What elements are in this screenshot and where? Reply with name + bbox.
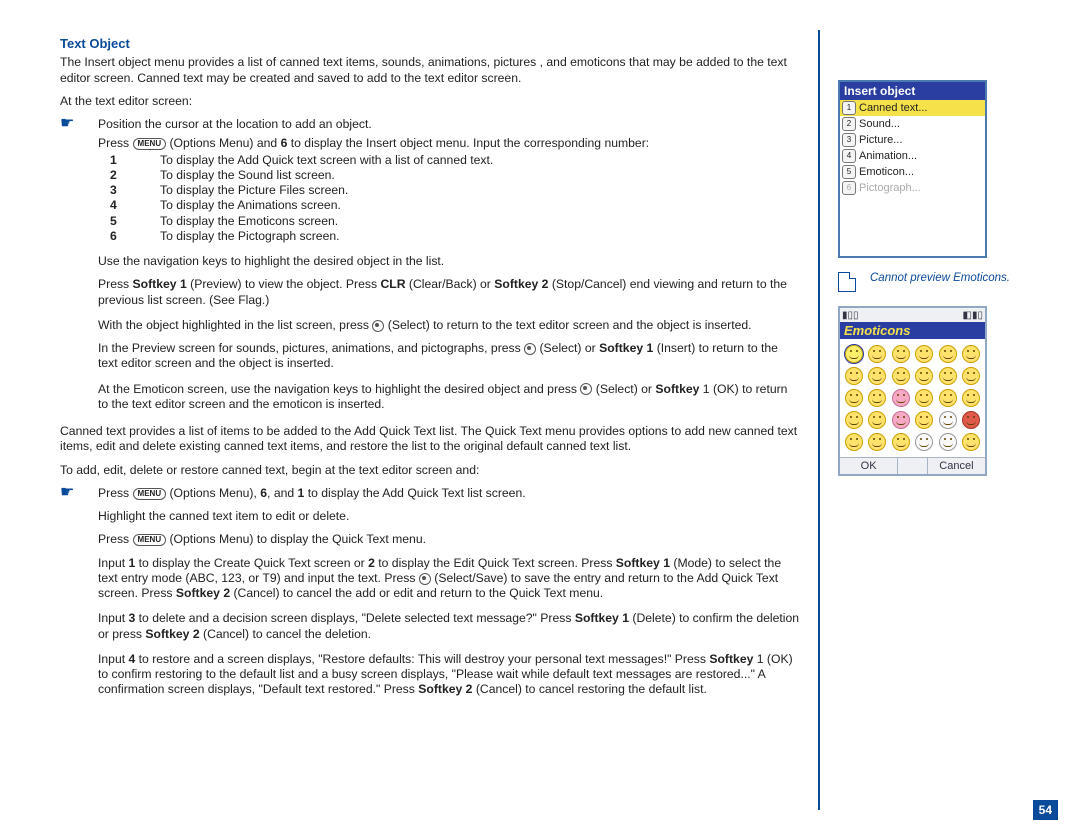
phone-softkeys: OK Cancel: [840, 457, 985, 474]
vertical-divider: [818, 30, 820, 810]
emoticon-icon: [962, 389, 980, 407]
emoticon-icon: [845, 367, 863, 385]
battery-icon: ◧▮▯: [963, 310, 983, 321]
menu-key-icon: MENU: [133, 534, 167, 546]
b3: Press MENU (Options Menu) to display the…: [98, 532, 800, 547]
page-note-icon: [838, 272, 856, 292]
insert-menu-list: 1To display the Add Quick text screen wi…: [110, 153, 800, 245]
canned-para: Canned text provides a list of items to …: [60, 424, 800, 455]
emoticons-screenshot: ▮▯▯ ◧▮▯ Emoticons: [838, 306, 987, 476]
step-row: ☛ Press MENU (Options Menu), 6, and 1 to…: [60, 486, 800, 501]
emoticon-icon: [915, 367, 933, 385]
emoticon-icon: [939, 389, 957, 407]
emoticon-icon: [915, 433, 933, 451]
emoticon-icon: [962, 411, 980, 429]
select-key-icon: [580, 383, 592, 395]
emoticon-line: At the Emoticon screen, use the navigati…: [98, 382, 800, 413]
softkey-mid: [898, 458, 928, 474]
page-number: 54: [1033, 800, 1058, 820]
b2: Highlight the canned text item to edit o…: [98, 509, 800, 524]
intro-para: The Insert object menu provides a list o…: [60, 55, 800, 86]
pointer-icon: ☛: [60, 486, 98, 500]
main-content: Text Object The Insert object menu provi…: [60, 30, 800, 834]
emoticon-icon: [892, 433, 910, 451]
emoticon-icon: [939, 345, 957, 363]
b4: Input 1 to display the Create Quick Text…: [98, 556, 800, 602]
emoticon-icon: [915, 345, 933, 363]
emoticon-icon: [915, 389, 933, 407]
emoticon-icon: [892, 367, 910, 385]
use-nav: Use the navigation keys to highlight the…: [98, 254, 800, 269]
cannot-preview-note: Cannot preview Emoticons.: [838, 272, 1038, 292]
softkey-cancel: Cancel: [928, 458, 985, 474]
phone-titlebar: Emoticons: [840, 322, 985, 339]
emoticon-icon: [868, 367, 886, 385]
select-key-icon: [524, 343, 536, 355]
phone-menu-item: 5Emoticon...: [840, 164, 985, 180]
phone-menu-item: 2Sound...: [840, 116, 985, 132]
softkey-ok: OK: [840, 458, 898, 474]
emoticon-icon: [845, 433, 863, 451]
emoticon-icon: [915, 411, 933, 429]
b6: Input 4 to restore and a screen displays…: [98, 652, 800, 698]
emoticon-grid: [840, 339, 985, 457]
step-press-menu: Press MENU (Options Menu) and 6 to displ…: [98, 136, 800, 151]
phone-menu-item: 1Canned text...: [840, 100, 985, 116]
emoticon-icon: [845, 411, 863, 429]
emoticon-icon: [962, 367, 980, 385]
phone-menu-item: 4Animation...: [840, 148, 985, 164]
pointer-icon: ☛: [60, 117, 98, 131]
emoticon-icon: [868, 389, 886, 407]
emoticon-icon: [892, 411, 910, 429]
phone-titlebar: Insert object: [840, 82, 985, 100]
emoticon-icon: [962, 433, 980, 451]
insert-object-screenshot: Insert object 1Canned text... 2Sound... …: [838, 80, 987, 258]
select-key-icon: [419, 573, 431, 585]
preview-line: Press Softkey 1 (Preview) to view the ob…: [98, 277, 800, 308]
to-add: To add, edit, delete or restore canned t…: [60, 463, 800, 478]
emoticon-icon: [962, 345, 980, 363]
b5: Input 3 to delete and a decision screen …: [98, 611, 800, 642]
select-line: With the object highlighted in the list …: [98, 318, 800, 333]
emoticon-icon: [892, 345, 910, 363]
at-editor: At the text editor screen:: [60, 94, 800, 109]
menu-key-icon: MENU: [133, 488, 167, 500]
emoticon-icon: [868, 345, 886, 363]
emoticon-icon: [939, 367, 957, 385]
phone-statusbar: ▮▯▯ ◧▮▯: [840, 308, 985, 322]
emoticon-icon: [868, 433, 886, 451]
section-title: Text Object: [60, 36, 800, 52]
emoticon-icon: [939, 433, 957, 451]
sidebar: Insert object 1Canned text... 2Sound... …: [838, 30, 1038, 834]
phone-menu-item: 6Pictograph...: [840, 180, 985, 196]
select-key-icon: [372, 320, 384, 332]
emoticon-icon: [939, 411, 957, 429]
phone-menu-item: 3Picture...: [840, 132, 985, 148]
step-row: ☛ Position the cursor at the location to…: [60, 117, 800, 132]
emoticon-icon: [845, 345, 863, 363]
signal-icon: ▮▯▯: [842, 310, 859, 321]
emoticon-icon: [892, 389, 910, 407]
menu-key-icon: MENU: [133, 138, 167, 150]
b1: Press MENU (Options Menu), 6, and 1 to d…: [98, 486, 526, 501]
emoticon-icon: [868, 411, 886, 429]
preview-screen-line: In the Preview screen for sounds, pictur…: [98, 341, 800, 372]
step-position: Position the cursor at the location to a…: [98, 117, 372, 132]
emoticon-icon: [845, 389, 863, 407]
